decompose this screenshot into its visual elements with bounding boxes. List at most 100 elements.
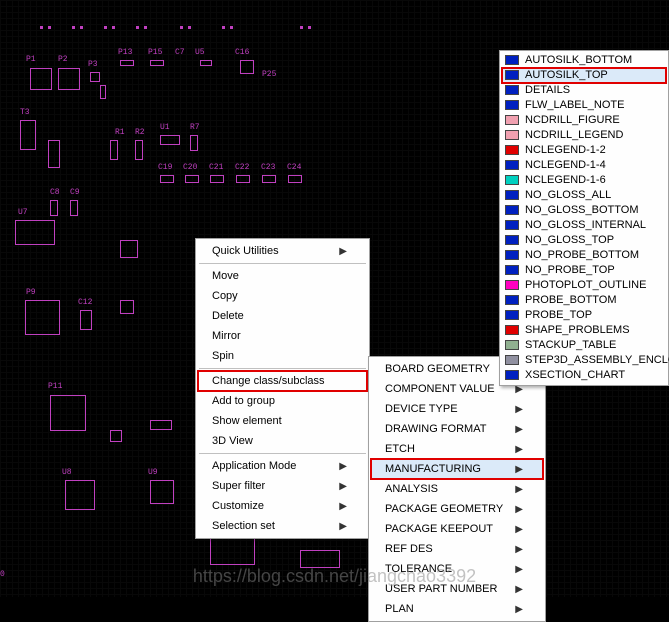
color-swatch xyxy=(505,85,519,95)
layer-item[interactable]: NCDRILL_FIGURE xyxy=(502,113,666,128)
submenu-item[interactable]: ETCH▶ xyxy=(371,439,543,459)
layer-label: NO_GLOSS_BOTTOM xyxy=(525,204,639,216)
layer-item[interactable]: PROBE_BOTTOM xyxy=(502,293,666,308)
submenu-item[interactable]: USER PART NUMBER▶ xyxy=(371,579,543,599)
chevron-right-icon: ▶ xyxy=(339,481,347,492)
context-menu: Quick Utilities▶ MoveCopyDeleteMirrorSpin… xyxy=(195,238,370,539)
color-swatch xyxy=(505,295,519,305)
menu-item[interactable]: Super filter▶ xyxy=(198,476,367,496)
layer-item[interactable]: STACKUP_TABLE xyxy=(502,338,666,353)
menu-item[interactable]: Selection set▶ xyxy=(198,516,367,536)
chevron-right-icon: ▶ xyxy=(515,444,523,455)
layer-label: NO_PROBE_BOTTOM xyxy=(525,249,639,261)
layer-item[interactable]: NO_GLOSS_ALL xyxy=(502,188,666,203)
layer-item[interactable]: SHAPE_PROBLEMS xyxy=(502,323,666,338)
layer-item[interactable]: NO_GLOSS_TOP xyxy=(502,233,666,248)
layer-label: NCDRILL_FIGURE xyxy=(525,114,620,126)
menu-item[interactable]: Move xyxy=(198,266,367,286)
layer-item[interactable]: NCLEGEND-1-6 xyxy=(502,173,666,188)
submenu-item[interactable]: PACKAGE KEEPOUT▶ xyxy=(371,519,543,539)
layer-item[interactable]: NO_GLOSS_BOTTOM xyxy=(502,203,666,218)
layer-label: NCLEGEND-1-2 xyxy=(525,144,606,156)
chevron-right-icon: ▶ xyxy=(515,424,523,435)
color-swatch xyxy=(505,310,519,320)
layer-item[interactable]: NO_GLOSS_INTERNAL xyxy=(502,218,666,233)
color-swatch xyxy=(505,340,519,350)
chevron-right-icon: ▶ xyxy=(515,564,523,575)
menu-item[interactable]: Copy xyxy=(198,286,367,306)
layer-label: PROBE_TOP xyxy=(525,309,592,321)
layer-label: FLW_LABEL_NOTE xyxy=(525,99,624,111)
color-swatch xyxy=(505,160,519,170)
layer-label: SHAPE_PROBLEMS xyxy=(525,324,630,336)
layer-label: PHOTOPLOT_OUTLINE xyxy=(525,279,646,291)
layer-item[interactable]: NCLEGEND-1-2 xyxy=(502,143,666,158)
submenu-item[interactable]: MANUFACTURING▶ xyxy=(371,459,543,479)
color-swatch xyxy=(505,175,519,185)
color-swatch xyxy=(505,220,519,230)
layer-label: AUTOSILK_BOTTOM xyxy=(525,54,632,66)
layer-item[interactable]: NCLEGEND-1-4 xyxy=(502,158,666,173)
chevron-right-icon: ▶ xyxy=(515,584,523,595)
layer-item[interactable]: AUTOSILK_TOP xyxy=(502,68,666,83)
chevron-right-icon: ▶ xyxy=(515,404,523,415)
menu-item[interactable]: Customize▶ xyxy=(198,496,367,516)
layer-label: DETAILS xyxy=(525,84,570,96)
layer-item[interactable]: XSECTION_CHART xyxy=(502,368,666,383)
layer-item[interactable]: STEP3D_ASSEMBLY_ENCLOSURE xyxy=(502,353,666,368)
color-swatch xyxy=(505,115,519,125)
chevron-right-icon: ▶ xyxy=(339,521,347,532)
layer-label: PROBE_BOTTOM xyxy=(525,294,616,306)
layer-label: STEP3D_ASSEMBLY_ENCLOSURE xyxy=(525,354,669,366)
layer-item[interactable]: PHOTOPLOT_OUTLINE xyxy=(502,278,666,293)
layer-label: NO_GLOSS_INTERNAL xyxy=(525,219,646,231)
color-swatch xyxy=(505,55,519,65)
layer-item[interactable]: FLW_LABEL_NOTE xyxy=(502,98,666,113)
layer-item[interactable]: DETAILS xyxy=(502,83,666,98)
menu-item[interactable]: Application Mode▶ xyxy=(198,456,367,476)
menu-item[interactable]: Change class/subclass xyxy=(198,371,367,391)
color-swatch xyxy=(505,280,519,290)
layer-label: NCLEGEND-1-4 xyxy=(525,159,606,171)
color-swatch xyxy=(505,325,519,335)
layer-label: NO_PROBE_TOP xyxy=(525,264,615,276)
color-swatch xyxy=(505,355,519,365)
submenu-item[interactable]: TOLERANCE▶ xyxy=(371,559,543,579)
chevron-right-icon: ▶ xyxy=(515,504,523,515)
submenu-item[interactable]: DEVICE TYPE▶ xyxy=(371,399,543,419)
chevron-right-icon: ▶ xyxy=(515,524,523,535)
submenu-item[interactable]: REF DES▶ xyxy=(371,539,543,559)
submenu-item[interactable]: ANALYSIS▶ xyxy=(371,479,543,499)
menu-item[interactable]: Add to group xyxy=(198,391,367,411)
color-swatch xyxy=(505,205,519,215)
menu-item[interactable]: Mirror xyxy=(198,326,367,346)
submenu-item[interactable]: DRAWING FORMAT▶ xyxy=(371,419,543,439)
color-swatch xyxy=(505,235,519,245)
color-swatch xyxy=(505,145,519,155)
chevron-right-icon: ▶ xyxy=(339,461,347,472)
chevron-right-icon: ▶ xyxy=(515,484,523,495)
layer-label: NCDRILL_LEGEND xyxy=(525,129,623,141)
menu-item[interactable]: 3D View xyxy=(198,431,367,451)
color-swatch xyxy=(505,100,519,110)
menu-item[interactable]: Delete xyxy=(198,306,367,326)
layer-item[interactable]: NO_PROBE_BOTTOM xyxy=(502,248,666,263)
color-swatch xyxy=(505,70,519,80)
chevron-right-icon: ▶ xyxy=(515,464,523,475)
manufacturing-subclass-panel: AUTOSILK_BOTTOM AUTOSILK_TOPDETAILS FLW_LA… xyxy=(499,50,669,386)
color-swatch xyxy=(505,265,519,275)
menu-item[interactable]: Show element xyxy=(198,411,367,431)
chevron-right-icon: ▶ xyxy=(339,501,347,512)
color-swatch xyxy=(505,370,519,380)
layer-label: XSECTION_CHART xyxy=(525,369,625,381)
layer-item[interactable]: PROBE_TOP xyxy=(502,308,666,323)
submenu-item[interactable]: PACKAGE GEOMETRY▶ xyxy=(371,499,543,519)
layer-item[interactable]: NCDRILL_LEGEND xyxy=(502,128,666,143)
class-submenu: BOARD GEOMETRY▶COMPONENT VALUE▶DEVICE TY… xyxy=(368,356,546,622)
layer-item[interactable]: NO_PROBE_TOP xyxy=(502,263,666,278)
menu-item[interactable]: Spin xyxy=(198,346,367,366)
submenu-item[interactable]: PLAN▶ xyxy=(371,599,543,619)
layer-item[interactable]: AUTOSILK_BOTTOM xyxy=(502,53,666,68)
layer-label: NO_GLOSS_ALL xyxy=(525,189,611,201)
menu-item[interactable]: Quick Utilities▶ xyxy=(198,241,367,261)
